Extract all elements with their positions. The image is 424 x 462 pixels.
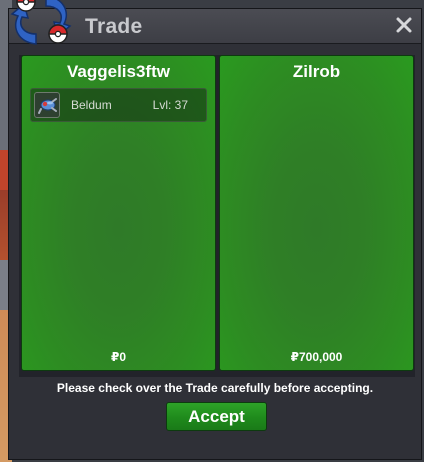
trade-window: Trade Vaggelis3ftw Beldum Lvl: 37 ₽0 Zil… [8, 8, 422, 460]
trade-notice: Please check over the Trade carefully be… [56, 381, 374, 395]
trade-exchange-icon [10, 0, 72, 45]
player-name: Vaggelis3ftw [67, 62, 170, 81]
game-screen: Trade Vaggelis3ftw Beldum Lvl: 37 ₽0 Zil… [0, 0, 424, 462]
player-trade-panel: Vaggelis3ftw Beldum Lvl: 37 ₽0 [21, 55, 216, 371]
close-button[interactable] [393, 14, 415, 36]
partner-name: Zilrob [292, 62, 341, 81]
partner-trade-panel: Zilrob ₽700,000 [219, 55, 414, 371]
item-level: Lvl: 37 [152, 98, 188, 112]
item-name: Beldum [71, 98, 112, 112]
close-icon [396, 17, 412, 33]
trade-item-row[interactable]: Beldum Lvl: 37 [30, 88, 207, 122]
player-money-offer: ₽0 [110, 350, 127, 364]
beldum-icon [34, 92, 60, 118]
trade-window-title: Trade [85, 15, 143, 38]
partner-money-offer: ₽700,000 [290, 350, 343, 364]
trade-panels: Vaggelis3ftw Beldum Lvl: 37 ₽0 Zilrob ₽7… [19, 55, 415, 377]
accept-button[interactable]: Accept [166, 402, 267, 431]
